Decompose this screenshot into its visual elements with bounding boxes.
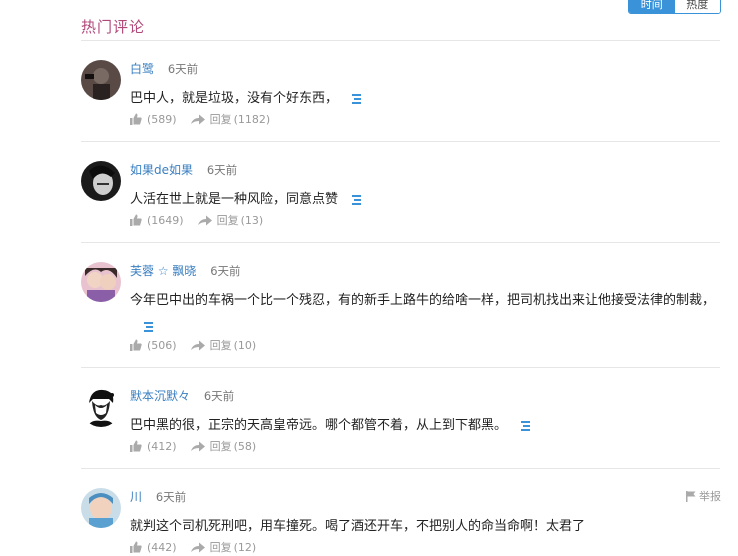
reply-arrow-icon — [190, 114, 205, 124]
comment-time: 6天前 — [206, 163, 238, 177]
avatar[interactable] — [81, 161, 121, 201]
comment-time: 6天前 — [210, 264, 241, 278]
comment-body: 巴中黑的很，正宗的天高皇帝远。哪个都管不着，从上到下都黑。 — [130, 413, 720, 439]
comment-item: 默本沉默々 6天前 巴中黑的很，正宗的天高皇帝远。哪个都管不着，从上到下都黑。 … — [81, 387, 720, 469]
flag-icon — [686, 490, 696, 502]
comment-time: 6天前 — [155, 490, 187, 504]
like-count: (1649) — [147, 213, 184, 227]
thumbs-up-icon — [130, 113, 142, 125]
reply-count: (58) — [233, 439, 257, 453]
comment-meta: 如果de如果 6天前 — [130, 161, 237, 178]
comment-time: 6天前 — [167, 62, 199, 76]
comment-divider — [81, 367, 720, 368]
like-button[interactable]: (506) — [130, 339, 177, 352]
reply-count: (1182) — [233, 112, 271, 126]
reply-label: 回复 — [216, 214, 239, 227]
more-menu-icon[interactable] — [352, 194, 363, 205]
reply-label: 回复 — [209, 113, 232, 126]
comment-item: 川 6天前 举报 就判这个司机死刑吧，用车撞死。喝了酒还开车，不把别人的命当命啊… — [81, 488, 721, 556]
comment-text: 人活在世上就是一种风险，同意点赞 — [130, 192, 339, 207]
like-count: (589) — [147, 112, 177, 126]
comment-text: 巴中黑的很，正宗的天高皇帝远。哪个都管不着，从上到下都黑。 — [130, 418, 508, 433]
comment-divider — [81, 468, 720, 469]
comment-item: 如果de如果 6天前 人活在世上就是一种风险，同意点赞 (1649) 回复 (1… — [81, 161, 720, 243]
avatar[interactable] — [81, 488, 121, 528]
reply-arrow-icon — [197, 215, 212, 225]
more-menu-icon[interactable] — [144, 321, 155, 332]
username[interactable]: 默本沉默々 — [130, 389, 190, 403]
comment-meta: 白鹭 6天前 — [130, 60, 198, 77]
username[interactable]: 川 — [130, 490, 142, 504]
section-title: 热门评论 — [81, 18, 146, 36]
reply-arrow-icon — [190, 441, 205, 451]
comment-text: 就判这个司机死刑吧，用车撞死。喝了酒还开车，不把别人的命当命啊！太君了 — [130, 519, 586, 534]
reply-button[interactable]: 回复 (58) — [190, 438, 257, 454]
comment-item: 芙蓉 ☆ 飘晓 6天前 今年巴中出的车祸一个比一个残忍，有的新手上路牛的给啥一样… — [81, 262, 720, 368]
comment-actions: (442) 回复 (12) — [130, 539, 256, 555]
like-count: (442) — [147, 540, 177, 554]
comment-text: 今年巴中出的车祸一个比一个残忍，有的新手上路牛的给啥一样，把司机找出来让他接受法… — [130, 293, 716, 308]
reply-button[interactable]: 回复 (10) — [190, 337, 257, 353]
more-menu-icon[interactable] — [352, 93, 363, 104]
like-button[interactable]: (442) — [130, 541, 177, 554]
reply-label: 回复 — [209, 541, 232, 554]
reply-arrow-icon — [190, 340, 205, 350]
comment-meta: 芙蓉 ☆ 飘晓 6天前 — [130, 262, 241, 279]
comment-actions: (589) 回复 (1182) — [130, 111, 270, 127]
like-count: (412) — [147, 439, 177, 453]
thumbs-up-icon — [130, 214, 142, 226]
thumbs-up-icon — [130, 541, 142, 553]
reply-arrow-icon — [190, 542, 205, 552]
tab-time[interactable]: 时间 — [629, 0, 675, 13]
username[interactable]: 白鹭 — [130, 62, 154, 76]
thumbs-up-icon — [130, 440, 142, 452]
more-menu-icon[interactable] — [521, 420, 532, 431]
reply-button[interactable]: 回复 (12) — [190, 539, 257, 555]
tab-popularity[interactable]: 热度 — [674, 0, 720, 13]
reply-count: (13) — [240, 213, 264, 227]
username[interactable]: 如果de如果 — [130, 163, 193, 177]
reply-count: (10) — [233, 338, 257, 352]
reply-label: 回复 — [209, 339, 232, 352]
comment-actions: (1649) 回复 (13) — [130, 212, 263, 228]
thumbs-up-icon — [130, 339, 142, 351]
like-button[interactable]: (412) — [130, 440, 177, 453]
comment-item: 白鹭 6天前 巴中人，就是垃圾，没有个好东西， (589) 回复 (1182) — [81, 60, 720, 142]
avatar[interactable] — [81, 262, 121, 302]
comment-text: 巴中人，就是垃圾，没有个好东西， — [130, 91, 339, 106]
comment-body: 今年巴中出的车祸一个比一个残忍，有的新手上路牛的给啥一样，把司机找出来让他接受法… — [130, 288, 720, 340]
like-button[interactable]: (589) — [130, 113, 177, 126]
sort-tabs: 时间 热度 — [628, 0, 721, 14]
like-button[interactable]: (1649) — [130, 214, 184, 227]
avatar[interactable] — [81, 60, 121, 100]
reply-button[interactable]: 回复 (1182) — [190, 111, 271, 127]
report-button[interactable]: 举报 — [686, 488, 721, 504]
reply-label: 回复 — [209, 440, 232, 453]
comment-body: 人活在世上就是一种风险，同意点赞 — [130, 187, 720, 213]
like-count: (506) — [147, 338, 177, 352]
comment-body: 就判这个司机死刑吧，用车撞死。喝了酒还开车，不把别人的命当命啊！太君了 — [130, 514, 720, 540]
avatar[interactable] — [81, 387, 121, 427]
comment-meta: 默本沉默々 6天前 — [130, 387, 234, 404]
comment-divider — [81, 141, 720, 142]
reply-count: (12) — [233, 540, 257, 554]
comment-actions: (412) 回复 (58) — [130, 438, 256, 454]
header-divider — [81, 40, 720, 41]
comment-time: 6天前 — [203, 389, 235, 403]
comment-actions: (506) 回复 (10) — [130, 337, 256, 353]
reply-button[interactable]: 回复 (13) — [197, 212, 264, 228]
comment-divider — [81, 242, 720, 243]
comment-meta: 川 6天前 — [130, 488, 186, 505]
report-label: 举报 — [699, 490, 721, 503]
comment-body: 巴中人，就是垃圾，没有个好东西， — [130, 86, 720, 112]
username[interactable]: 芙蓉 ☆ 飘晓 — [130, 264, 196, 278]
